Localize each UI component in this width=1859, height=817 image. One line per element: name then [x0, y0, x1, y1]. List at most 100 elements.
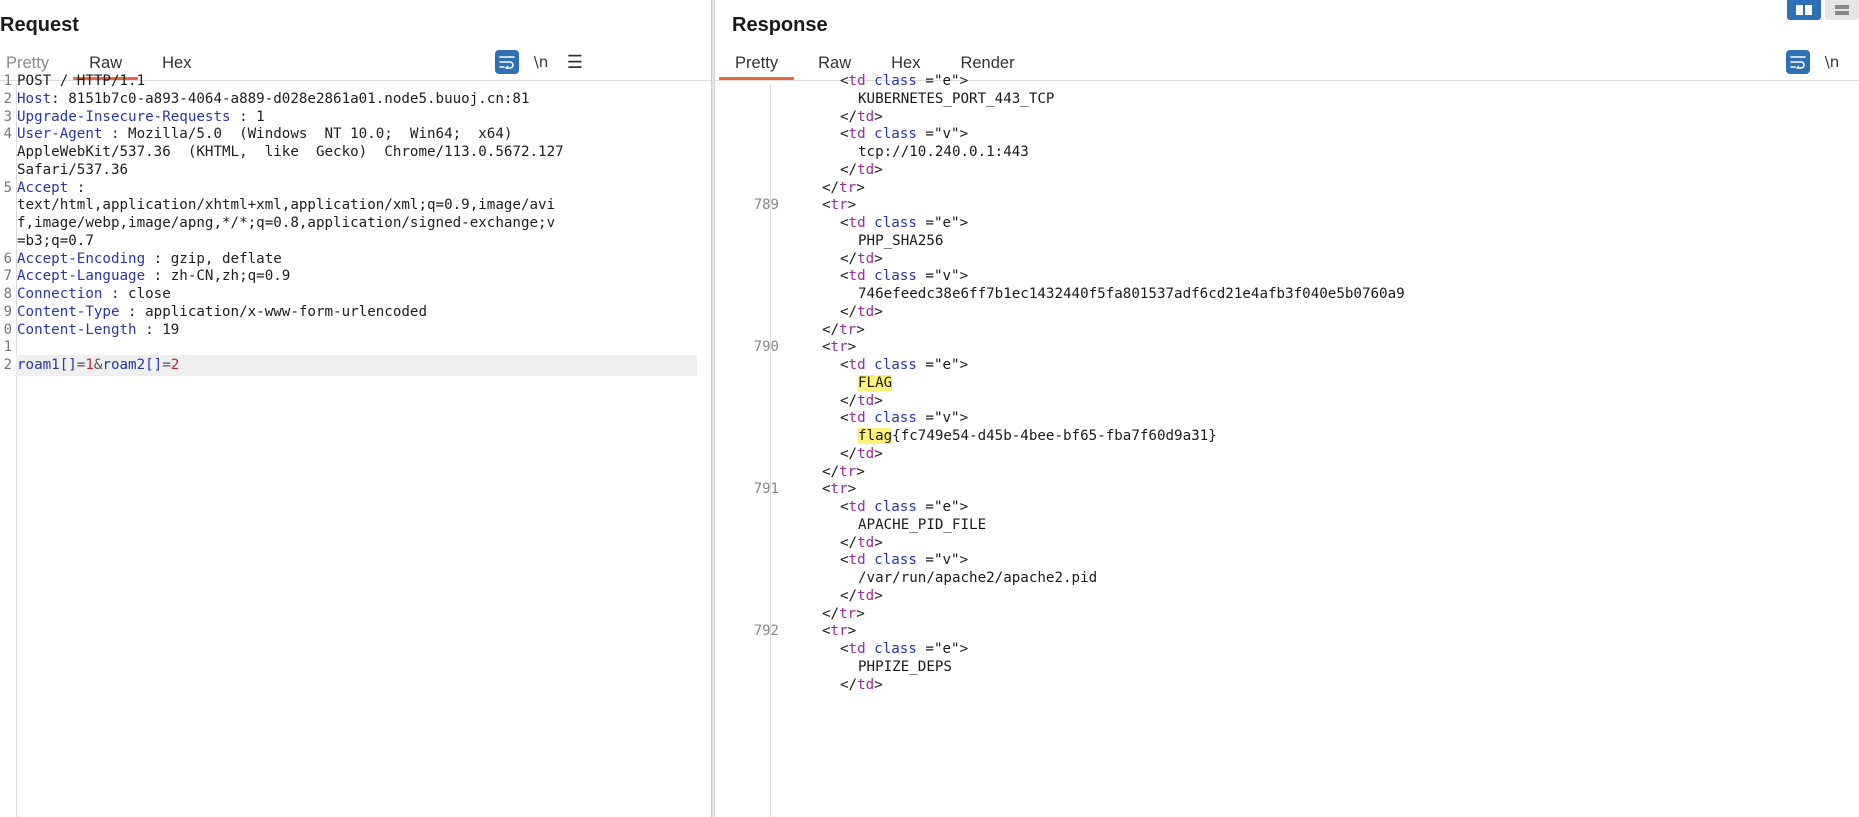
- code-token: ="v">: [916, 126, 969, 143]
- code-token: User-Agent: [17, 126, 103, 143]
- code-token: : Mozilla/5.0 (Windows NT 10.0; Win64; x…: [102, 126, 513, 143]
- code-token: td: [857, 534, 875, 551]
- code-token: <: [840, 499, 849, 515]
- code-token: </: [840, 534, 858, 551]
- code-token: class: [865, 499, 917, 515]
- code-token: : zh-CN,zh;q=0.9: [145, 268, 291, 285]
- code-token: ="v">: [916, 268, 969, 285]
- code-token: ="e">: [916, 215, 969, 231]
- code-token: <: [840, 73, 849, 89]
- code-token: </: [822, 321, 840, 338]
- code-token: : close: [102, 286, 171, 302]
- code-token: class: [865, 268, 917, 285]
- code-token: Content-Type: [17, 303, 120, 320]
- code-token: <: [822, 623, 831, 640]
- code-token: td: [848, 357, 866, 373]
- code-token: tr: [830, 623, 848, 640]
- code-token: :: [68, 179, 86, 196]
- code-token: >: [874, 250, 883, 267]
- code-token: td: [848, 552, 866, 569]
- code-token: ="e">: [916, 641, 969, 657]
- code-token: td: [857, 676, 875, 693]
- code-token: ="v">: [916, 552, 969, 569]
- code-token: ="e">: [916, 499, 969, 515]
- code-token: 746efeedc38e6ff7b1ec1432440f5fa801537adf…: [858, 286, 1405, 302]
- code-token: <: [840, 357, 849, 373]
- code-text: </td>: [840, 675, 883, 696]
- code-token: flag: [858, 428, 893, 444]
- split-view-button[interactable]: [1787, 0, 1821, 20]
- stacked-rows-icon: [1835, 5, 1849, 15]
- code-token: td: [857, 250, 875, 267]
- code-token: : 19: [136, 321, 180, 338]
- response-editor[interactable]: <td class ="e"> KUBERNETES_PORT_443_TCP </…: [715, 73, 1859, 817]
- response-pane: Response Pretty Raw Hex Render \n <td cl…: [715, 0, 1859, 817]
- code-token: </: [840, 587, 858, 604]
- code-token: tr: [839, 179, 857, 196]
- code-token: 1: [85, 357, 94, 373]
- code-token: POST / HTTP/1.1: [17, 73, 146, 89]
- code-token: : application/x-www-form-urlencoded: [119, 303, 427, 320]
- code-token: : gzip, deflate: [145, 250, 282, 267]
- code-token: td: [848, 499, 866, 515]
- code-token: </: [822, 605, 840, 622]
- code-token: class: [865, 126, 917, 143]
- code-token: >: [874, 108, 883, 125]
- code-token: td: [857, 587, 875, 604]
- code-token: PHP_SHA256: [858, 232, 944, 249]
- code-token: tr: [839, 463, 857, 480]
- code-token: <: [822, 481, 831, 498]
- word-wrap-icon: [499, 56, 515, 69]
- code-token: >: [874, 445, 883, 462]
- code-token: Safari/537.36: [17, 161, 129, 178]
- code-token: <: [840, 641, 849, 657]
- code-token: tr: [839, 321, 857, 338]
- code-token: roam1[]: [17, 357, 77, 373]
- code-token: td: [857, 161, 875, 178]
- word-wrap-icon: [1790, 56, 1806, 69]
- code-token: >: [874, 587, 883, 604]
- code-token: Connection: [17, 286, 103, 302]
- code-token: class: [865, 410, 917, 427]
- request-editor[interactable]: 1 POST / HTTP/1.1 2 Host: 8151b7c0-a893-406…: [0, 73, 711, 817]
- request-line: 2 roam1[]=1&roam2[]=2: [4, 355, 697, 376]
- response-title: Response: [732, 14, 828, 36]
- code-token: td: [848, 126, 866, 143]
- split-columns-icon: [1796, 5, 1812, 15]
- code-token: =: [162, 357, 171, 373]
- code-token: td: [848, 410, 866, 427]
- code-token: tr: [830, 481, 848, 498]
- code-token: KUBERNETES_PORT_443_TCP: [858, 90, 1055, 107]
- code-token: td: [848, 215, 866, 231]
- response-line: </td>: [715, 675, 1859, 696]
- code-token: AppleWebKit/537.36 (KHTML, like Gecko) C…: [17, 144, 564, 160]
- line-number: 2: [3, 357, 12, 373]
- code-token: >: [874, 303, 883, 320]
- code-token: <: [840, 410, 849, 427]
- code-token: >: [847, 623, 857, 640]
- code-token: Accept-Language: [17, 268, 146, 285]
- code-token: </: [840, 392, 858, 409]
- code-token: tr: [839, 605, 857, 622]
- code-token: td: [848, 73, 866, 89]
- code-token: FLAG: [858, 374, 893, 391]
- stacked-view-button[interactable]: [1825, 0, 1859, 20]
- code-token: 2: [170, 357, 180, 373]
- code-token: </: [822, 179, 840, 196]
- code-token: </: [822, 463, 840, 480]
- code-token: PHPIZE_DEPS: [858, 658, 952, 675]
- code-token: <: [840, 126, 849, 143]
- code-token: Accept: [17, 179, 69, 196]
- request-pane: Request Pretty Raw Hex \n ☰ 1 POST / HTTP…: [0, 0, 711, 817]
- code-token: Accept-Encoding: [17, 250, 146, 267]
- code-token: tcp://10.240.0.1:443: [858, 144, 1029, 160]
- layout-toggle: [1787, 0, 1859, 20]
- code-token: >: [874, 676, 883, 693]
- code-token: >: [856, 605, 865, 622]
- code-token: f,image/webp,image/apng,*/*;q=0.8,applic…: [17, 215, 556, 231]
- code-token: </: [840, 250, 858, 267]
- code-token: Content-Length: [17, 321, 137, 338]
- code-token: class: [865, 357, 917, 373]
- code-token: class: [865, 215, 917, 231]
- code-token: <: [822, 339, 831, 356]
